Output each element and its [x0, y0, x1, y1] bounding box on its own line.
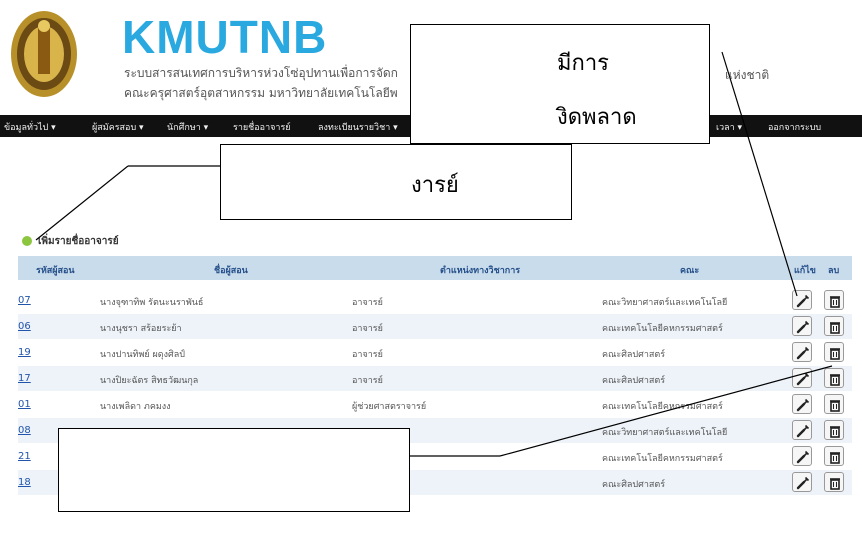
- annotation-lines: [35, 51, 833, 457]
